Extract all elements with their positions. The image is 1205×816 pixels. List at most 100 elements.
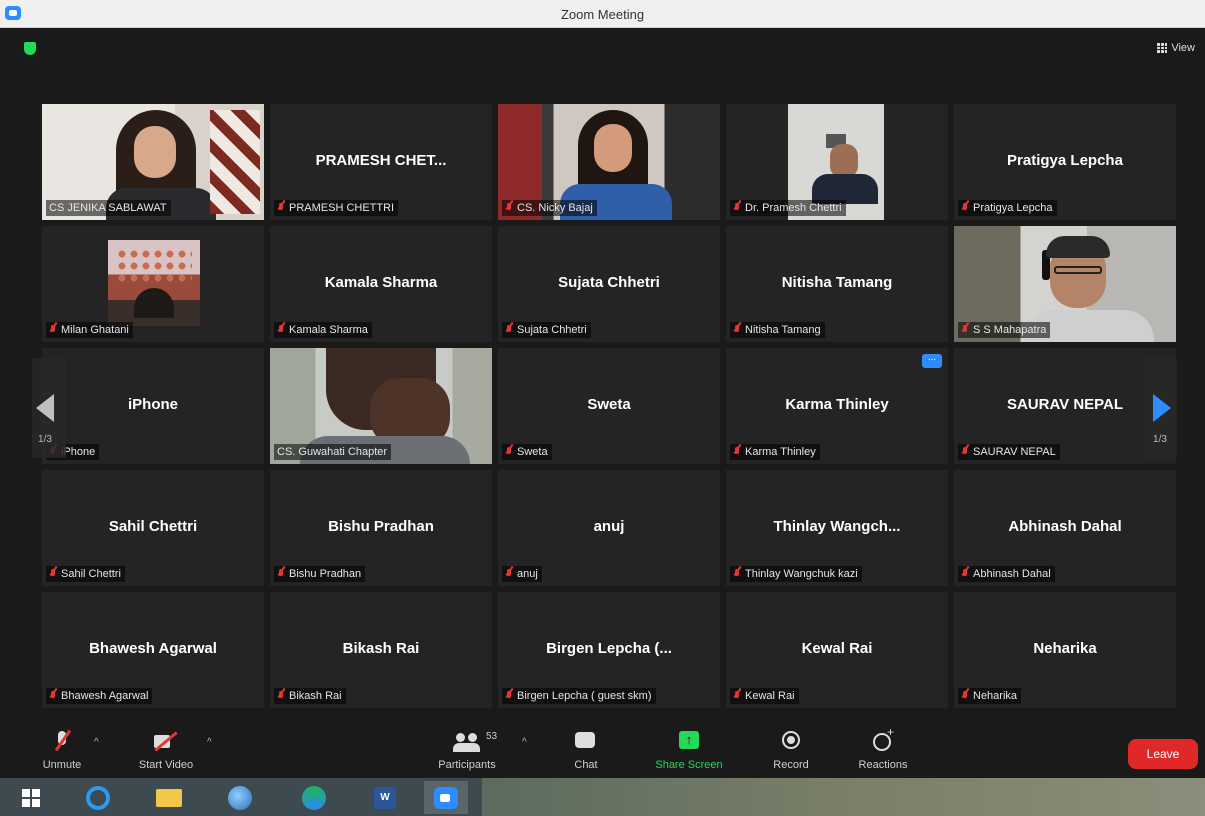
participant-display-name: Abhinash Dahal [1008,518,1122,535]
participant-display-name: Birgen Lepcha (... [546,640,672,657]
meeting-area: View CS JENIKA SABLAWAT PRAMESH CHET... … [0,28,1205,723]
title-bar: Zoom Meeting [0,0,1205,28]
participant-name-label: Nitisha Tamang [730,322,825,338]
start-video-button[interactable]: Start Video [130,729,202,771]
share-screen-button[interactable]: Share Screen [646,729,732,771]
taskbar-file-explorer[interactable] [146,781,190,814]
participant-tile[interactable]: Nitisha Tamang Nitisha Tamang [726,226,948,342]
participant-tile[interactable]: Bishu Pradhan Bishu Pradhan [270,470,492,586]
participant-name-label: Thinlay Wangchuk kazi [730,566,862,582]
security-shield-icon[interactable] [24,42,36,55]
reactions-button[interactable]: Reactions [850,725,916,771]
video-off-icon [154,729,178,755]
arrow-left-icon [36,394,54,422]
participant-name-label: CS JENIKA SABLAWAT [46,200,171,216]
participant-tile[interactable]: Bhawesh Agarwal Bhawesh Agarwal [42,592,264,708]
chat-button[interactable]: Chat [566,729,606,771]
participant-display-name: Bikash Rai [342,640,420,657]
participant-tile[interactable]: S S Mahapatra [954,226,1176,342]
muted-mic-icon [505,446,513,458]
participant-tile[interactable]: Kewal Rai Kewal Rai [726,592,948,708]
participants-icon [452,729,482,755]
muted-mic-icon [961,202,969,214]
participants-options-caret[interactable]: ^ [522,737,527,748]
participant-display-name: Karma Thinley [785,396,889,413]
participant-name-label: Sweta [502,444,552,460]
participant-tile[interactable]: Dr. Pramesh Chettri [726,104,948,220]
participant-display-name: Bhawesh Agarwal [89,640,217,657]
internet-explorer-icon [86,786,110,810]
muted-mic-icon [733,324,741,336]
taskbar-word[interactable]: W [362,781,406,814]
participant-tile[interactable]: Pratigya Lepcha Pratigya Lepcha [954,104,1176,220]
leave-meeting-button[interactable]: Leave [1128,739,1198,769]
participant-name-label: Dr. Pramesh Chettri [730,200,846,216]
muted-mic-icon [505,690,513,702]
participant-profile-picture [108,240,200,326]
previous-page-button[interactable]: 1/3 [32,358,66,458]
participant-display-name: Thinlay Wangch... [773,518,901,535]
participant-tile[interactable]: iPhone iPhone [42,348,264,464]
participant-display-name: Kewal Rai [801,640,873,657]
audio-options-caret[interactable]: ^ [94,737,99,748]
video-options-caret[interactable]: ^ [207,737,212,748]
muted-mic-icon [961,568,969,580]
participant-tile[interactable]: Milan Ghatani [42,226,264,342]
view-button[interactable]: View [1157,42,1195,54]
taskbar-globe-app[interactable] [218,781,262,814]
participant-display-name: Pratigya Lepcha [1007,152,1123,169]
participant-tile[interactable]: Sahil Chettri Sahil Chettri [42,470,264,586]
participant-display-name: PRAMESH CHET... [315,152,447,169]
participant-display-name: Sujata Chhetri [558,274,660,291]
participant-tile[interactable]: Birgen Lepcha (... Birgen Lepcha ( guest… [498,592,720,708]
more-options-button[interactable]: ... [922,353,942,368]
participant-tile[interactable]: Neharika Neharika [954,592,1176,708]
participant-name-label: Sahil Chettri [46,566,125,582]
taskbar-internet-explorer[interactable] [76,781,120,814]
muted-mic-icon [733,690,741,702]
participant-tile[interactable]: Thinlay Wangch... Thinlay Wangchuk kazi [726,470,948,586]
participant-tile[interactable]: anuj anuj [498,470,720,586]
unmute-button[interactable]: Unmute [34,729,90,771]
muted-mic-icon [961,324,969,336]
page-indicator-right: 1/3 [1153,434,1167,445]
start-button[interactable] [10,781,54,814]
muted-mic-icon [49,690,57,702]
participant-count: 53 [486,731,498,742]
participant-display-name: Neharika [1033,640,1097,657]
muted-mic-icon [49,568,57,580]
participant-name-label: Neharika [958,688,1022,704]
participant-tile[interactable]: Bikash Rai Bikash Rai [270,592,492,708]
participant-tile[interactable]: CS JENIKA SABLAWAT [42,104,264,220]
record-icon [780,729,802,755]
participant-display-name: anuj [593,518,625,535]
muted-mic-icon [49,324,57,336]
participant-name-label: Milan Ghatani [46,322,133,338]
participant-name-label: Bikash Rai [274,688,346,704]
participant-tile[interactable]: Sweta Sweta [498,348,720,464]
grid-view-icon [1157,43,1168,53]
muted-mic-icon [505,202,513,214]
record-button[interactable]: Record [766,729,816,771]
participant-tile[interactable]: Kamala Sharma Kamala Sharma [270,226,492,342]
participant-tile[interactable]: Abhinash Dahal Abhinash Dahal [954,470,1176,586]
muted-mic-icon [961,446,969,458]
next-page-button[interactable]: 1/3 [1143,358,1177,458]
participant-tile[interactable]: ... Karma Thinley Karma Thinley [726,348,948,464]
muted-microphone-icon [53,729,71,755]
taskbar-zoom[interactable] [424,781,468,814]
participant-name-label: Birgen Lepcha ( guest skm) [502,688,656,704]
participant-display-name: Sweta [587,396,631,413]
participant-name-label: Abhinash Dahal [958,566,1055,582]
participant-display-name: Bishu Pradhan [328,518,434,535]
edge-browser-icon [302,786,326,810]
participant-tile[interactable]: PRAMESH CHET... PRAMESH CHETTRI [270,104,492,220]
taskbar-edge[interactable] [292,781,336,814]
muted-mic-icon [505,568,513,580]
participant-tile-active-speaker[interactable]: CS. Guwahati Chapter [270,348,492,464]
participant-name-label: CS. Nicky Bajaj [502,200,597,216]
share-screen-icon [677,729,701,755]
participant-tile[interactable]: Sujata Chhetri Sujata Chhetri [498,226,720,342]
participant-tile[interactable]: CS. Nicky Bajaj [498,104,720,220]
participant-name-label: SAURAV NEPAL [958,444,1060,460]
